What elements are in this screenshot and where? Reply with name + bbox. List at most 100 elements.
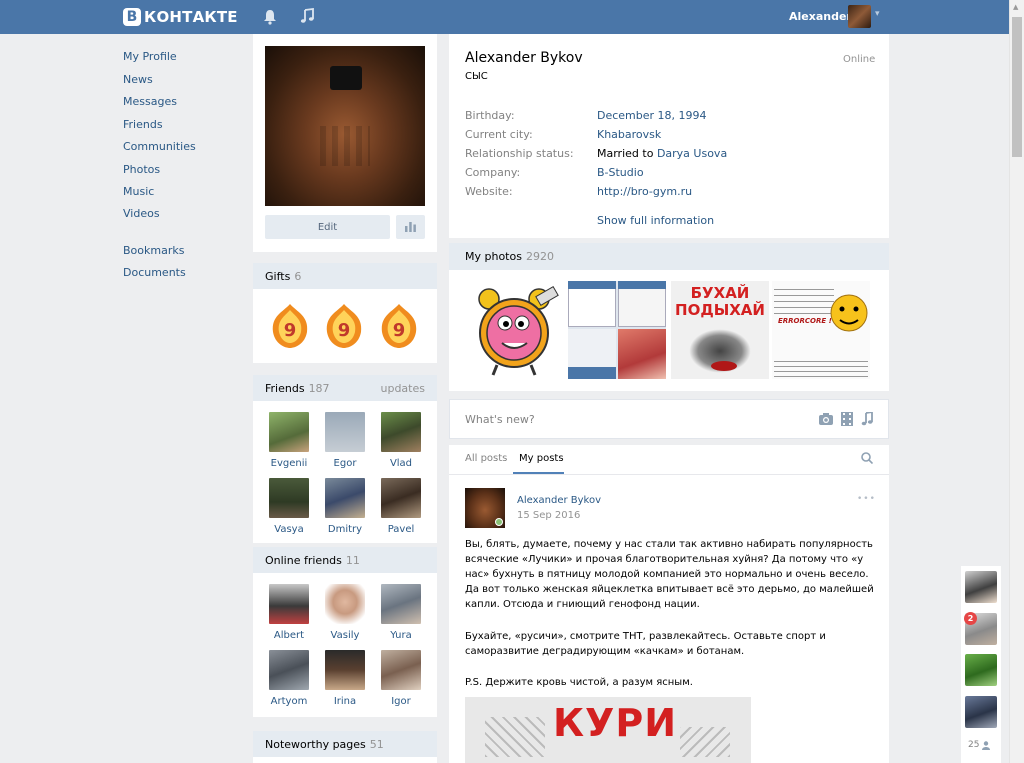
header-user-name[interactable]: Alexander: [789, 10, 852, 23]
dock-chat-avatar[interactable]: [965, 571, 997, 603]
nav-messages[interactable]: Messages: [123, 95, 177, 108]
info-value-relationship: Married to Darya Usova: [597, 147, 727, 160]
gifts-header[interactable]: Gifts 6: [253, 263, 437, 289]
scrollbar-thumb[interactable]: [1012, 17, 1022, 157]
friends-header[interactable]: Friends 187 updates: [253, 375, 437, 401]
post-date[interactable]: 15 Sep 2016: [517, 510, 580, 521]
profile-photo[interactable]: [265, 46, 425, 206]
logo-letter: В: [123, 8, 141, 26]
friend-avatar[interactable]: [269, 478, 309, 518]
dock-online-count[interactable]: 25: [968, 740, 991, 750]
friend-name[interactable]: Artyom: [261, 696, 317, 707]
gift-icon[interactable]: 9: [376, 302, 422, 350]
dock-chat-avatar[interactable]: [965, 696, 997, 728]
friend-name[interactable]: Dmitry: [317, 524, 373, 535]
info-label-birthday: Birthday:: [465, 109, 515, 122]
dock-chat-avatar[interactable]: [965, 654, 997, 686]
photos-header[interactable]: My photos 2920: [449, 243, 889, 270]
friend-avatar[interactable]: [269, 650, 309, 690]
noteworthy-header[interactable]: Noteworthy pages 51: [253, 731, 437, 757]
info-value-website[interactable]: http://bro-gym.ru: [597, 185, 692, 198]
friend-name[interactable]: Albert: [261, 630, 317, 641]
friend-name[interactable]: Vasily: [317, 630, 373, 641]
friend-name[interactable]: Irina: [317, 696, 373, 707]
gift-icon[interactable]: 9: [267, 302, 313, 350]
friend-name[interactable]: Pavel: [373, 524, 429, 535]
friend-name[interactable]: Evgenii: [261, 458, 317, 469]
friend-avatar[interactable]: [325, 584, 365, 624]
search-icon[interactable]: [861, 452, 873, 464]
post-image[interactable]: КУРИ: [465, 697, 751, 763]
nav-communities[interactable]: Communities: [123, 140, 196, 153]
info-value-city[interactable]: Khabarovsk: [597, 128, 661, 141]
friend-name[interactable]: Egor: [317, 458, 373, 469]
spouse-link[interactable]: Darya Usova: [657, 147, 727, 160]
unread-badge: 2: [964, 612, 977, 625]
edit-profile-button[interactable]: Edit: [265, 215, 390, 239]
show-full-info-link[interactable]: Show full information: [597, 214, 714, 227]
online-friends-count: 11: [345, 554, 360, 567]
whats-new-input[interactable]: What's new?: [465, 413, 535, 426]
info-value-company[interactable]: B-Studio: [597, 166, 644, 179]
friend-name[interactable]: Yura: [373, 630, 429, 641]
friend-name[interactable]: Vlad: [373, 458, 429, 469]
info-label-company: Company:: [465, 166, 521, 179]
info-value-birthday[interactable]: December 18, 1994: [597, 109, 707, 122]
bell-icon[interactable]: [263, 9, 277, 25]
vk-logo[interactable]: В КОНТАКТЕ: [123, 6, 238, 28]
nav-photos[interactable]: Photos: [123, 163, 160, 176]
photo-thumbnail[interactable]: [568, 281, 666, 379]
nav-bookmarks[interactable]: Bookmarks: [123, 244, 184, 257]
nav-documents[interactable]: Documents: [123, 266, 186, 279]
online-dot: [495, 518, 503, 526]
tabs-divider: [449, 474, 889, 475]
bar-chart-icon: [405, 222, 416, 232]
friend-avatar[interactable]: [325, 412, 365, 452]
scroll-up-arrow-icon[interactable]: ▲: [1013, 3, 1018, 11]
info-label-relationship: Relationship status:: [465, 147, 574, 160]
friend-name[interactable]: Vasya: [261, 524, 317, 535]
music-icon[interactable]: [300, 8, 314, 24]
video-icon[interactable]: [841, 412, 853, 426]
stats-button[interactable]: [396, 215, 425, 239]
chevron-down-icon[interactable]: ▾: [875, 9, 880, 19]
photo-thumbnail[interactable]: БУХАЙ ПОДЫХАЙ: [671, 281, 769, 379]
friend-avatar[interactable]: [269, 412, 309, 452]
nav-friends[interactable]: Friends: [123, 118, 163, 131]
post-more-icon[interactable]: •••: [857, 494, 876, 504]
gifts-count: 6: [294, 270, 302, 283]
nav-videos[interactable]: Videos: [123, 207, 160, 220]
friend-avatar[interactable]: [381, 584, 421, 624]
friend-avatar[interactable]: [381, 412, 421, 452]
tab-all-posts[interactable]: All posts: [465, 453, 507, 464]
friend-avatar[interactable]: [269, 584, 309, 624]
friends-updates-link[interactable]: updates: [381, 382, 426, 395]
post-paragraph: P.S. Держите кровь чистой, а разум ясным…: [465, 677, 693, 688]
post-author-name[interactable]: Alexander Bykov: [517, 495, 601, 506]
photo-thumbnail[interactable]: [467, 281, 565, 379]
smiley-icon: [830, 294, 868, 332]
gift-icon[interactable]: 9: [321, 302, 367, 350]
photo-thumbnail[interactable]: ERRORCORE !: [772, 281, 870, 379]
person-icon: [982, 740, 991, 750]
info-label-city: Current city:: [465, 128, 533, 141]
header-avatar[interactable]: [848, 5, 871, 28]
friends-title: Friends: [265, 382, 305, 395]
camera-icon[interactable]: [819, 413, 833, 425]
friend-name[interactable]: Igor: [373, 696, 429, 707]
online-friends-header[interactable]: Online friends 11: [253, 547, 437, 573]
profile-status[interactable]: СЫС: [465, 71, 488, 82]
friend-avatar[interactable]: [381, 650, 421, 690]
friend-avatar[interactable]: [381, 478, 421, 518]
noteworthy-count: 51: [369, 738, 384, 751]
online-indicator: Online: [843, 54, 876, 65]
friend-avatar[interactable]: [325, 650, 365, 690]
post-image-caption: КУРИ: [553, 701, 678, 745]
tab-my-posts[interactable]: My posts: [519, 453, 564, 464]
friend-avatar[interactable]: [325, 478, 365, 518]
audio-icon[interactable]: [861, 412, 873, 426]
gifts-title: Gifts: [265, 270, 291, 283]
nav-news[interactable]: News: [123, 73, 153, 86]
nav-music[interactable]: Music: [123, 185, 154, 198]
nav-my-profile[interactable]: My Profile: [123, 50, 177, 63]
